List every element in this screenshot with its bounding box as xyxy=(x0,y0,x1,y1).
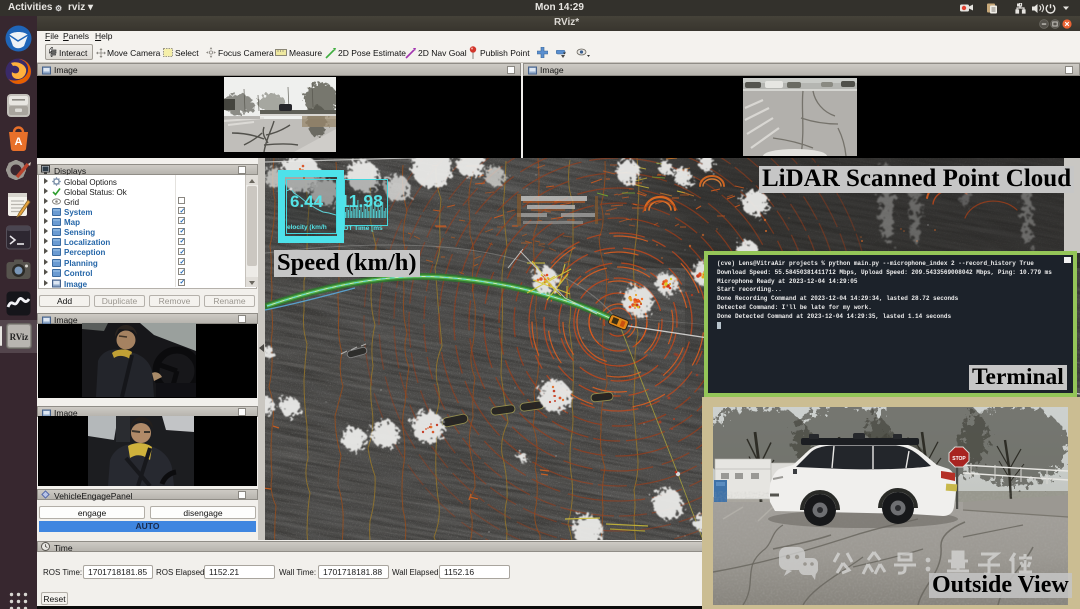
svg-text:STOP: STOP xyxy=(952,456,966,462)
svg-text:RViz: RViz xyxy=(10,332,29,342)
svg-text:A: A xyxy=(15,136,23,148)
svg-text:⚙: ⚙ xyxy=(55,4,62,13)
